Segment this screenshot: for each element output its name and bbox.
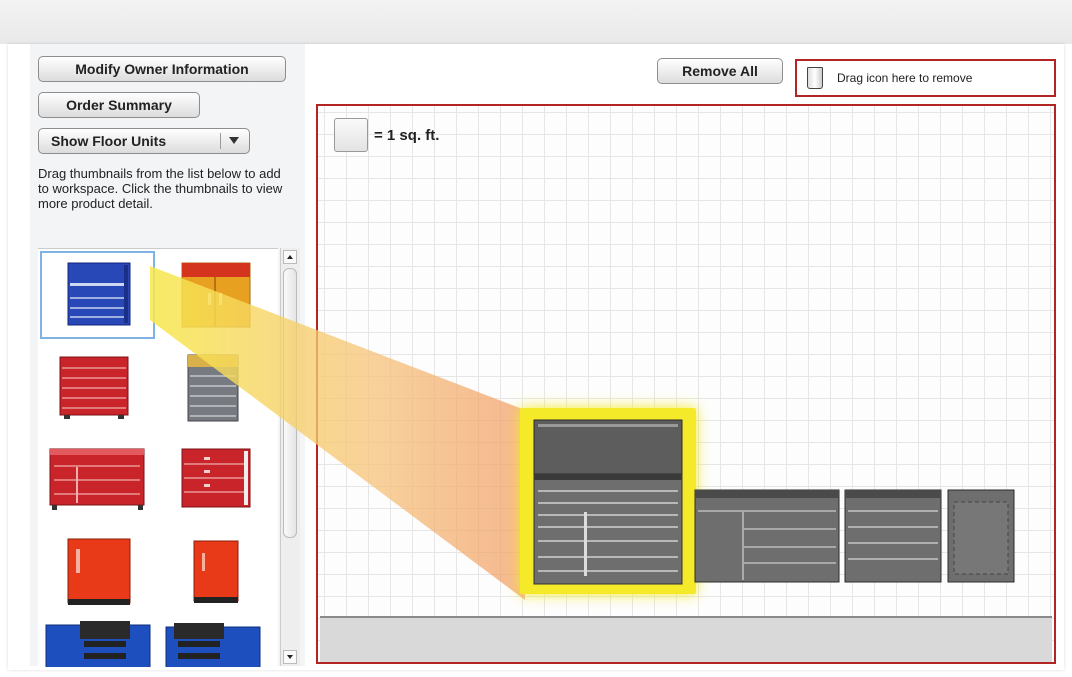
thumbnail-scrollbar[interactable] xyxy=(280,248,300,666)
remove-drop-zone-label: Drag icon here to remove xyxy=(837,71,973,85)
thumbnail-blue-tool-chest[interactable] xyxy=(40,251,155,339)
remove-all-button[interactable]: Remove All xyxy=(657,58,783,84)
gray-cabinet-icon xyxy=(187,354,239,422)
scroll-down-arrow-icon[interactable] xyxy=(283,650,297,664)
red-workbench-icon xyxy=(49,448,145,510)
blue-cart-icon xyxy=(165,623,261,667)
gray-drawer-unit[interactable] xyxy=(844,488,944,584)
gray-workbench-unit[interactable] xyxy=(694,488,842,584)
thumbnail-red-drawer-cab[interactable] xyxy=(158,439,273,527)
orange-side-cab-icon xyxy=(193,540,239,603)
gray-top-chest-roll-cab-icon xyxy=(533,419,683,585)
floor-units-select[interactable]: Show Floor Units xyxy=(38,128,250,154)
orange-locker-icon xyxy=(67,538,131,605)
thumbnail-blue-cart-1[interactable] xyxy=(40,619,155,667)
thumbnail-red-workbench[interactable] xyxy=(40,439,155,527)
grid-legend-text: = 1 sq. ft. xyxy=(374,126,440,144)
thumbnail-orange-locker[interactable] xyxy=(40,533,155,621)
red-roll-cab-icon xyxy=(59,356,129,419)
thumbnail-orange-side-cab[interactable] xyxy=(158,533,273,621)
thumbnail-list[interactable] xyxy=(38,248,278,667)
blue-tool-chest-icon xyxy=(67,262,131,326)
selected-unit-highlight[interactable] xyxy=(520,408,696,594)
trash-can-icon xyxy=(807,67,823,89)
floor-bar xyxy=(320,616,1052,662)
thumbnail-gray-cabinet[interactable] xyxy=(158,345,273,433)
thumbnail-red-roll-cab[interactable] xyxy=(40,345,155,433)
select-divider xyxy=(220,133,221,149)
orange-cabinet-icon xyxy=(181,262,251,328)
blue-cart-icon xyxy=(45,621,151,667)
grid-legend: = 1 sq. ft. xyxy=(334,118,439,152)
scrollbar-thumb[interactable] xyxy=(283,268,297,538)
red-drawer-cab-icon xyxy=(181,448,251,508)
order-summary-button[interactable]: Order Summary xyxy=(38,92,200,118)
grid-square-icon xyxy=(334,118,368,152)
floor-units-select-value: Show Floor Units xyxy=(51,133,167,149)
scroll-up-arrow-icon[interactable] xyxy=(283,250,297,264)
remove-drop-zone[interactable]: Drag icon here to remove xyxy=(795,59,1056,97)
top-bar xyxy=(0,0,1072,44)
modify-owner-button[interactable]: Modify Owner Information xyxy=(38,56,286,82)
thumbnail-orange-cabinet[interactable] xyxy=(158,251,273,339)
instructions-text: Drag thumbnails from the list below to a… xyxy=(38,166,283,211)
chevron-down-icon[interactable] xyxy=(229,137,239,144)
thumbnail-blue-cart-2[interactable] xyxy=(158,619,273,667)
gray-end-cabinet-unit[interactable] xyxy=(946,488,1018,584)
